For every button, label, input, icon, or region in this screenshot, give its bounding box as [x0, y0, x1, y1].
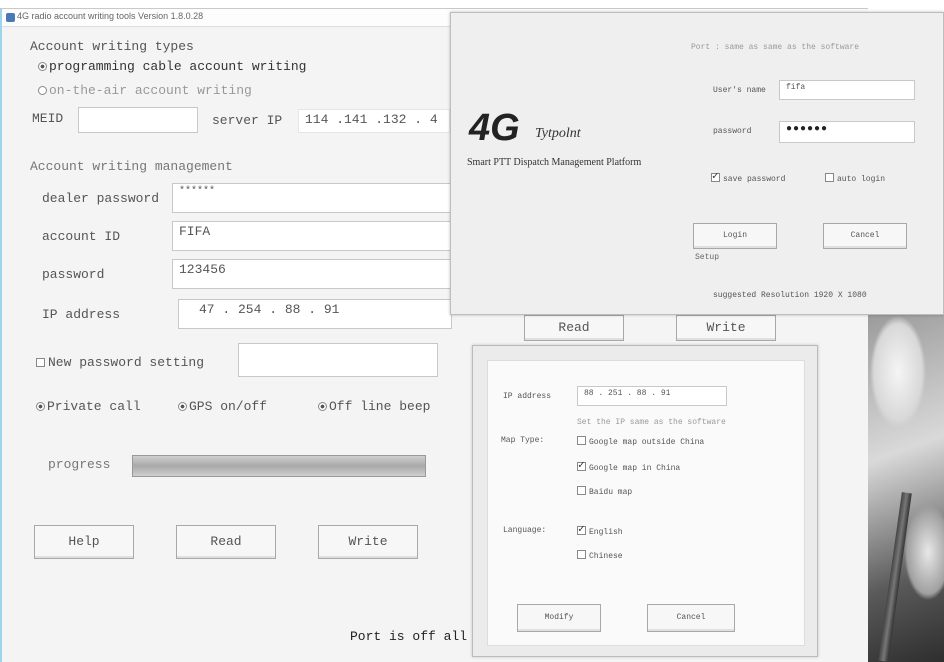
write-button-secondary[interactable]: Write [676, 315, 776, 341]
map-ip-input[interactable]: 88 . 251 . 88 . 91 [577, 386, 727, 406]
help-button[interactable]: Help [34, 525, 134, 559]
checkbox-icon [577, 550, 586, 559]
map-cancel-button[interactable]: Cancel [647, 604, 735, 632]
new-password-input[interactable] [238, 343, 438, 377]
map-google-china-checkbox[interactable]: Google map in China [577, 458, 680, 473]
read-button[interactable]: Read [176, 525, 276, 559]
resolution-text: suggested Resolution 1920 X 1080 [713, 291, 867, 300]
checkbox-icon [577, 436, 586, 445]
login-button[interactable]: Login [693, 223, 777, 249]
server-ip-input[interactable]: 114 .141 .132 . 4 [298, 109, 450, 133]
gps-option[interactable]: GPS on/off [178, 399, 267, 414]
account-id-input[interactable]: FIFA [172, 221, 452, 251]
lang-chinese-checkbox[interactable]: Chinese [577, 550, 623, 561]
lang-english-checkbox[interactable]: English [577, 522, 623, 537]
password-input[interactable]: 123456 [172, 259, 452, 289]
language-label: Language: [503, 526, 547, 535]
radio-dot-icon [38, 86, 47, 95]
dealer-password-label: dealer password [42, 191, 160, 206]
login-password-input[interactable]: ●●●●●● [779, 121, 915, 143]
logo-brand: Tytpolnt [535, 126, 581, 141]
login-password-label: password [713, 127, 752, 136]
management-label: Account writing management [30, 159, 233, 174]
modify-button[interactable]: Modify [517, 604, 601, 632]
offline-beep-option[interactable]: Off line beep [318, 399, 430, 414]
username-input[interactable]: fifa [779, 80, 915, 100]
account-writing-types-label: Account writing types [30, 39, 194, 54]
checkbox-icon [36, 358, 45, 367]
map-google-outside-checkbox[interactable]: Google map outside China [577, 436, 704, 447]
app-icon [6, 13, 15, 22]
radio-ota[interactable]: on-the-air account writing [38, 83, 252, 98]
checkbox-icon [711, 169, 720, 183]
window-title: 4G radio account writing tools Version 1… [17, 11, 204, 21]
map-type-label: Map Type: [501, 436, 545, 445]
new-password-checkbox[interactable]: New password setting [36, 355, 204, 370]
radio-dot-icon [178, 402, 187, 411]
write-button[interactable]: Write [318, 525, 418, 559]
progress-label: progress [48, 457, 111, 472]
auto-login-checkbox[interactable]: auto login [825, 173, 885, 184]
radio-dot-icon [38, 62, 47, 71]
ip-address-input[interactable]: 47 . 254 . 88 . 91 [178, 299, 452, 329]
logo-4g: 4G [469, 107, 520, 149]
account-id-label: account ID [42, 229, 121, 244]
server-ip-label: server IP [212, 113, 283, 128]
read-button-secondary[interactable]: Read [524, 315, 624, 341]
flower-stem [878, 492, 912, 662]
login-cancel-button[interactable]: Cancel [823, 223, 907, 249]
checkbox-icon [577, 486, 586, 495]
meid-input[interactable] [78, 107, 198, 133]
port-status-text: Port is off all [350, 629, 468, 644]
save-password-checkbox[interactable]: save password [711, 169, 785, 184]
port-hint: Port : same as same as the software [691, 43, 860, 52]
ip-address-label: IP address [42, 307, 121, 322]
platform-subtitle: Smart PTT Dispatch Management Platform [467, 157, 642, 168]
map-settings-dialog: IP address 88 . 251 . 88 . 91 Set the IP… [472, 345, 818, 657]
password-label: password [42, 267, 105, 282]
background-photo [868, 312, 944, 662]
map-ip-label: IP address [503, 392, 552, 401]
map-ip-hint: Set the IP same as the software [577, 418, 726, 427]
meid-label: MEID [32, 111, 64, 126]
radio-dot-icon [36, 402, 45, 411]
map-baidu-checkbox[interactable]: Baidu map [577, 486, 632, 497]
private-call-option[interactable]: Private call [36, 399, 141, 414]
checkbox-icon [577, 522, 586, 536]
setup-link[interactable]: Setup [695, 253, 719, 262]
login-dialog: Port : same as same as the software 4G T… [450, 12, 944, 315]
radio-programming-cable[interactable]: programming cable account writing [38, 59, 306, 74]
dealer-password-input[interactable]: ****** [172, 183, 452, 213]
progress-bar [132, 455, 426, 477]
checkbox-icon [577, 458, 586, 472]
username-label: User's name [713, 86, 766, 95]
radio-dot-icon [318, 402, 327, 411]
checkbox-icon [825, 173, 834, 182]
